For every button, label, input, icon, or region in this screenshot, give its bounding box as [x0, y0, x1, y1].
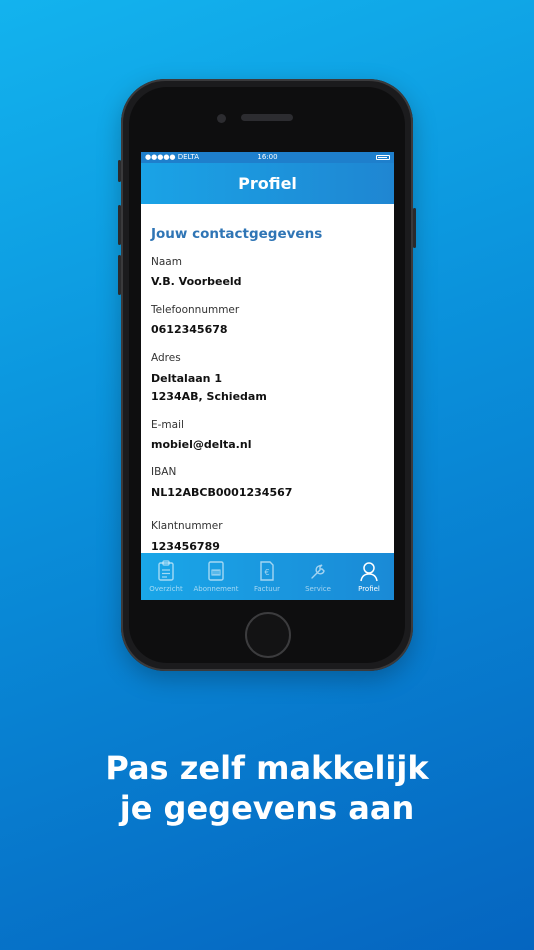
iban-label: IBAN [151, 466, 177, 478]
tab-overzicht[interactable]: Overzicht [141, 553, 191, 600]
tab-label: Service [305, 585, 331, 593]
invoice-euro-icon: € [260, 561, 274, 581]
phone-value: 0612345678 [151, 323, 228, 336]
page-title: Profiel [238, 174, 297, 193]
mute-switch [118, 160, 121, 182]
tab-label: Factuur [253, 585, 281, 593]
headline-line1: Pas zelf makkelijk [105, 749, 429, 787]
svg-text:€: € [264, 568, 269, 577]
clipboard-icon [158, 560, 174, 581]
home-button[interactable] [245, 612, 291, 658]
tab-abonnement[interactable]: Abonnement [191, 553, 241, 600]
promo-headline: Pas zelf makkelijk je gegevens aan [0, 748, 534, 828]
tab-service[interactable]: Service [293, 553, 343, 600]
user-icon [360, 562, 378, 582]
email-label: E-mail [151, 419, 184, 431]
address-line1: Deltalaan 1 [151, 372, 222, 385]
volume-down-button [118, 255, 121, 295]
wrench-icon [311, 564, 325, 579]
status-bar: ●●●●● DELTA 16:00 [141, 152, 394, 163]
tab-profiel[interactable]: Profiel [344, 553, 394, 600]
tab-factuur[interactable]: € Factuur [242, 553, 292, 600]
email-value: mobiel@delta.nl [151, 438, 252, 451]
battery-icon [376, 155, 390, 160]
earpiece-speaker [241, 114, 293, 121]
volume-up-button [118, 205, 121, 245]
address-label: Adres [151, 352, 181, 364]
app-screen: ●●●●● DELTA 16:00 Profiel Jouw contactge… [141, 152, 394, 600]
iban-value: NL12ABCB0001234567 [151, 486, 293, 499]
nav-bar: Profiel [141, 163, 394, 204]
tab-label: Overzicht [149, 585, 183, 593]
meter-icon [208, 561, 224, 581]
power-button [413, 208, 416, 248]
phone-label: Telefoonnummer [151, 304, 240, 316]
section-title: Jouw contactgegevens [151, 226, 323, 242]
name-label: Naam [151, 256, 182, 268]
tab-label: Profiel [358, 585, 380, 593]
front-camera [217, 114, 226, 123]
tab-bar: Overzicht Abonnement € Factuur Service P… [141, 553, 394, 600]
customer-number-label: Klantnummer [151, 520, 223, 532]
name-value: V.B. Voorbeeld [151, 275, 242, 288]
tab-label: Abonnement [193, 585, 239, 593]
status-time: 16:00 [257, 153, 278, 161]
address-line2: 1234AB, Schiedam [151, 390, 267, 403]
profile-content[interactable]: Jouw contactgegevens Naam V.B. Voorbeeld… [151, 204, 384, 554]
headline-line2: je gegevens aan [119, 789, 415, 827]
